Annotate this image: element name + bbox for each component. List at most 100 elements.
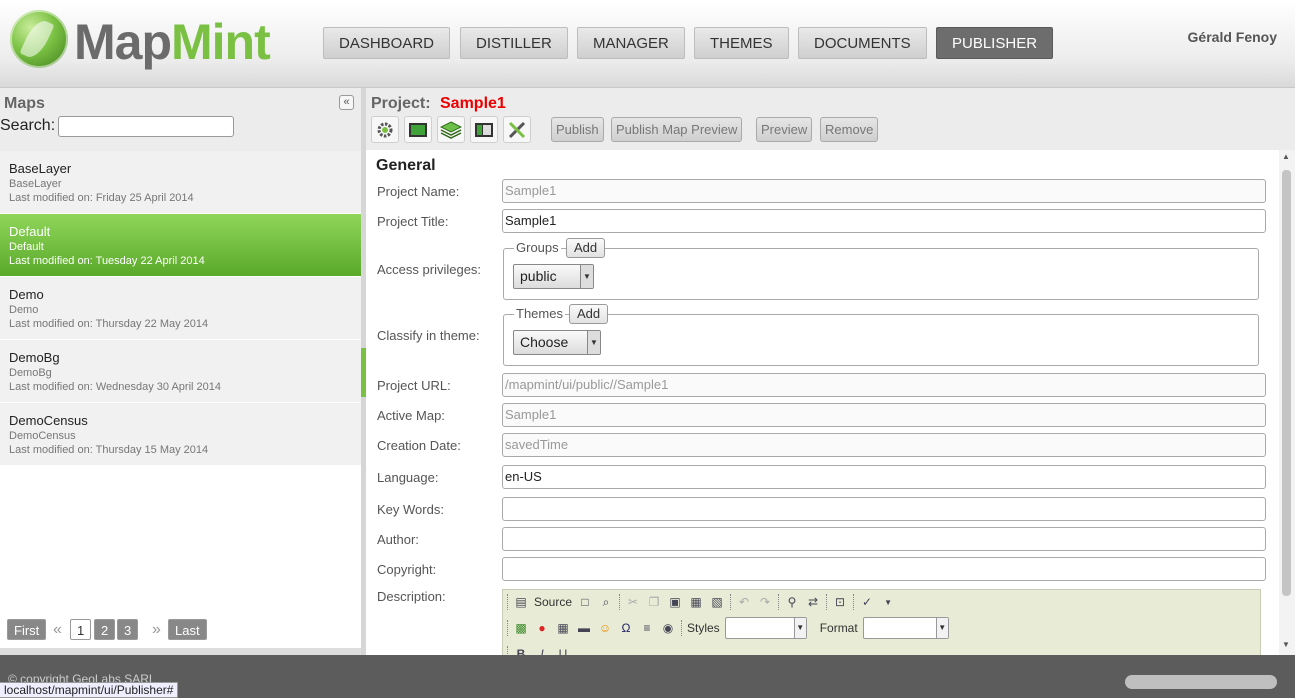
project-name-field[interactable]: Sample1 [502,179,1266,203]
preview-icon[interactable]: ⌕ [598,594,614,610]
source-icon[interactable]: ▤ [513,594,529,610]
toolbar-separator [778,594,780,610]
toolbar-separator [853,594,855,610]
nav-themes[interactable]: THEMES [694,27,789,59]
nav-distiller[interactable]: DISTILLER [460,27,568,59]
creation-date-field[interactable]: savedTime [502,433,1266,457]
map-item-demo[interactable]: Demo Demo Last modified on: Thursday 22 … [0,277,361,340]
spellcheck-icon[interactable]: ✓ [859,594,875,610]
nav-dashboard[interactable]: DASHBOARD [323,27,451,59]
picture-icon[interactable] [404,116,432,143]
pager-page-2[interactable]: 2 [94,619,116,640]
toolbar-separator [619,594,621,610]
pager-prev-icon[interactable]: « [53,619,62,640]
format-combo[interactable]: ▼ [862,617,949,639]
copyright-label: Copyright: [377,562,437,577]
nav-publisher[interactable]: PUBLISHER [936,27,1054,59]
keywords-field[interactable] [502,497,1266,521]
chevron-down-icon: ▼ [587,331,600,354]
redo-icon[interactable]: ↷ [757,594,773,610]
scroll-up-icon[interactable]: ▲ [1282,152,1290,161]
themes-select[interactable]: Choose ▼ [513,330,601,355]
user-name[interactable]: Gérald Fenoy [1188,29,1277,45]
map-item-baselayer[interactable]: BaseLayer BaseLayer Last modified on: Fr… [0,151,361,214]
map-item-modified: Last modified on: Friday 25 April 2014 [9,192,194,204]
panel-icon[interactable] [470,116,498,143]
project-url-field[interactable]: /mapmint/ui/public//Sample1 [502,373,1266,397]
source-button[interactable]: Source [534,595,572,609]
brand-part2: Mint [171,14,271,70]
copyright-field[interactable] [502,557,1266,581]
map-item-modified: Last modified on: Thursday 15 May 2014 [9,444,209,456]
remove-button[interactable]: Remove [820,117,879,142]
paste-text-icon[interactable]: ▦ [688,594,704,610]
flash-icon[interactable]: ● [534,620,550,636]
paste-word-icon[interactable]: ▧ [709,594,725,610]
map-item-default[interactable]: Default Default Last modified on: Tuesda… [0,214,361,277]
search-input[interactable] [58,116,234,137]
access-privileges-label: Access privileges: [377,262,482,277]
map-item-sub: Demo [9,304,39,316]
map-item-sub: DemoBg [9,367,52,379]
pager-page-3[interactable]: 3 [117,619,139,640]
pagination: First « 1 2 3 » Last [0,619,361,649]
styles-combo[interactable]: ▼ [724,617,807,639]
image-icon[interactable]: ▩ [513,620,529,636]
horizontal-rule-icon[interactable]: ▬ [576,620,592,636]
gear-icon[interactable] [371,116,399,143]
themes-add-button[interactable]: Add [569,304,609,324]
iframe-icon[interactable]: ◉ [660,620,676,636]
replace-icon[interactable]: ⇄ [805,594,821,610]
find-icon[interactable]: ⚲ [784,594,800,610]
wrench-icon[interactable] [503,116,531,143]
author-label: Author: [377,532,419,547]
table-icon[interactable]: ▦ [555,620,571,636]
maps-panel-header: Maps « Search: [0,88,361,151]
special-char-icon[interactable]: Ω [618,620,634,636]
select-all-icon[interactable]: ⊡ [832,594,848,610]
undo-icon[interactable]: ↶ [736,594,752,610]
toolbar-separator [681,620,682,636]
nav-manager[interactable]: MANAGER [577,27,685,59]
editor-toolbar-row-2: ▩ ● ▦ ▬ ☺ Ω ≡ ◉ Styles ▼ Format ▼ [507,616,949,640]
layers-icon[interactable] [437,116,465,143]
pager-first-button[interactable]: First [7,619,47,640]
collapse-panel-icon[interactable]: « [339,95,354,110]
new-page-icon[interactable]: □ [577,594,593,610]
map-item-name: DemoBg [9,350,60,365]
copy-icon[interactable]: ❐ [646,594,662,610]
horizontal-scrollbar[interactable] [1125,675,1277,689]
pager-page-1[interactable]: 1 [70,619,92,640]
underline-icon[interactable]: U [555,646,571,655]
scroll-down-icon[interactable]: ▼ [1282,640,1290,649]
map-item-name: Default [9,224,51,239]
smiley-icon[interactable]: ☺ [597,620,613,636]
groups-add-button[interactable]: Add [566,238,606,258]
bold-icon[interactable]: B [513,646,529,655]
nav-documents[interactable]: DOCUMENTS [798,27,927,59]
author-field[interactable] [502,527,1266,551]
preview-button[interactable]: Preview [756,117,813,142]
map-item-democensus[interactable]: DemoCensus DemoCensus Last modified on: … [0,403,361,466]
language-field[interactable]: en-US [502,465,1266,489]
cut-icon[interactable]: ✂ [625,594,641,610]
pager-last-button[interactable]: Last [168,619,207,640]
map-item-modified: Last modified on: Thursday 22 May 2014 [9,318,209,330]
groups-select[interactable]: public ▼ [513,264,594,289]
publish-button[interactable]: Publish [551,117,604,142]
italic-icon[interactable]: I [534,646,550,655]
form-scrollbar[interactable]: ▲ ▼ [1279,150,1295,655]
toolbar-separator [507,646,508,655]
paste-icon[interactable]: ▣ [667,594,683,610]
project-url-label: Project URL: [377,378,451,393]
map-item-demobg[interactable]: DemoBg DemoBg Last modified on: Wednesda… [0,340,361,403]
publish-map-preview-button[interactable]: Publish Map Preview [611,117,743,142]
format-label: Format [819,621,858,635]
classify-theme-label: Classify in theme: [377,328,480,343]
chevron-down-icon[interactable]: ▼ [880,594,896,610]
project-title-field[interactable]: Sample1 [502,209,1266,233]
page-break-icon[interactable]: ≡ [639,620,655,636]
active-map-field[interactable]: Sample1 [502,403,1266,427]
scroll-thumb[interactable] [1282,170,1291,596]
pager-next-icon[interactable]: » [152,619,161,640]
